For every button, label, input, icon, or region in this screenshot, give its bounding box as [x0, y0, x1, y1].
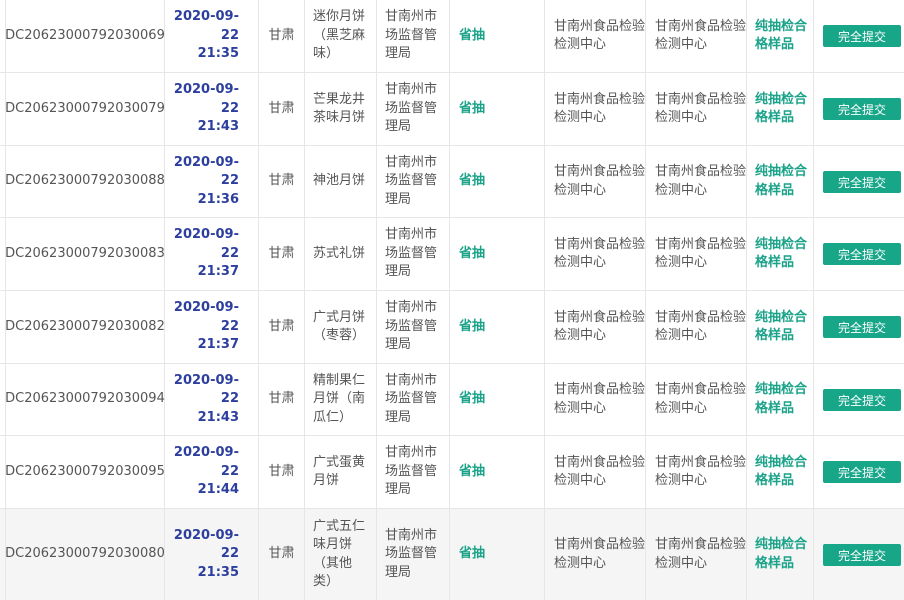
agency: 甘南州市场监督管理局	[377, 509, 450, 600]
food-name: 迷你月饼（黑芝麻味）	[305, 0, 377, 72]
sample-id: DC20623000792030095	[5, 436, 165, 508]
lab-sampling: 甘南州食品检验检测中心	[545, 291, 646, 363]
province: 甘肃	[259, 291, 305, 363]
sample-date: 2020-09-22	[173, 527, 239, 562]
sample-id: DC20623000792030082	[5, 291, 165, 363]
table-row: DC20623000792030079 2020-09-22 21:43 甘肃 芒…	[0, 73, 904, 146]
food-name: 精制果仁月饼（南瓜仁）	[305, 364, 377, 435]
sample-id: DC20623000792030083	[5, 218, 165, 290]
result-status: 纯抽检合格样品	[747, 291, 814, 363]
lab-testing: 甘南州食品检验检测中心	[646, 73, 747, 145]
lab-testing: 甘南州食品检验检测中心	[646, 146, 747, 217]
sample-time: 21:43	[197, 119, 239, 135]
food-name: 芒果龙井茶味月饼	[305, 73, 377, 145]
sample-time: 21:44	[197, 482, 239, 498]
lab-testing: 甘南州食品检验检测中心	[646, 218, 747, 290]
inspection-type: 省抽	[450, 364, 545, 435]
lab-sampling: 甘南州食品检验检测中心	[545, 146, 646, 217]
sample-date: 2020-09-22	[173, 154, 239, 189]
lab-sampling: 甘南州食品检验检测中心	[545, 73, 646, 145]
lab-testing: 甘南州食品检验检测中心	[646, 364, 747, 435]
lab-sampling: 甘南州食品检验检测中心	[545, 0, 646, 72]
sample-time: 21:35	[197, 46, 239, 62]
sample-id: DC20623000792030079	[5, 73, 165, 145]
inspection-type: 省抽	[450, 218, 545, 290]
province: 甘肃	[259, 146, 305, 217]
table-row: DC20623000792030095 2020-09-22 21:44 甘肃 广…	[0, 436, 904, 509]
inspection-type: 省抽	[450, 436, 545, 508]
submit-button[interactable]: 完全提交	[823, 461, 901, 483]
table-row: DC20623000792030094 2020-09-22 21:43 甘肃 精…	[0, 364, 904, 436]
agency: 甘南州市场监督管理局	[377, 291, 450, 363]
sample-id: DC20623000792030094	[5, 364, 165, 435]
lab-testing: 甘南州食品检验检测中心	[646, 291, 747, 363]
result-status: 纯抽检合格样品	[747, 0, 814, 72]
food-name: 广式蛋黄月饼	[305, 436, 377, 508]
agency: 甘南州市场监督管理局	[377, 146, 450, 217]
agency: 甘南州市场监督管理局	[377, 218, 450, 290]
inspection-type: 省抽	[450, 509, 545, 600]
food-name: 广式五仁味月饼（其他类）	[305, 509, 377, 600]
sample-time: 21:35	[197, 564, 239, 580]
table-row: DC20623000792030069 2020-09-22 21:35 甘肃 迷…	[0, 0, 904, 73]
province: 甘肃	[259, 0, 305, 72]
result-status: 纯抽检合格样品	[747, 364, 814, 435]
lab-sampling: 甘南州食品检验检测中心	[545, 509, 646, 600]
province: 甘肃	[259, 509, 305, 600]
agency: 甘南州市场监督管理局	[377, 364, 450, 435]
result-status: 纯抽检合格样品	[747, 436, 814, 508]
sample-date: 2020-09-22	[173, 300, 239, 334]
food-name: 神池月饼	[305, 146, 377, 217]
sample-date: 2020-09-22	[173, 82, 239, 116]
submit-button[interactable]: 完全提交	[823, 25, 901, 47]
province: 甘肃	[259, 218, 305, 290]
sample-date: 2020-09-22	[173, 9, 239, 43]
sample-id: DC20623000792030069	[5, 0, 165, 72]
table-row: DC20623000792030088 2020-09-22 21:36 甘肃 神…	[0, 146, 904, 218]
agency: 甘南州市场监督管理局	[377, 73, 450, 145]
sample-id: DC20623000792030080	[5, 509, 165, 600]
province: 甘肃	[259, 364, 305, 435]
result-status: 纯抽检合格样品	[747, 509, 814, 600]
submit-button[interactable]: 完全提交	[823, 316, 901, 338]
lab-testing: 甘南州食品检验检测中心	[646, 436, 747, 508]
lab-testing: 甘南州食品检验检测中心	[646, 0, 747, 72]
inspection-type: 省抽	[450, 0, 545, 72]
food-name: 苏式礼饼	[305, 218, 377, 290]
table-row: DC20623000792030080 2020-09-22 21:35 甘肃 广…	[0, 509, 904, 600]
submit-button[interactable]: 完全提交	[823, 170, 901, 193]
agency: 甘南州市场监督管理局	[377, 0, 450, 72]
lab-testing: 甘南州食品检验检测中心	[646, 509, 747, 600]
inspection-type: 省抽	[450, 73, 545, 145]
sample-time: 21:37	[197, 337, 239, 353]
sample-date: 2020-09-22	[173, 372, 239, 407]
inspection-type: 省抽	[450, 146, 545, 217]
sample-id: DC20623000792030088	[5, 146, 165, 217]
food-name: 广式月饼（枣蓉）	[305, 291, 377, 363]
lab-sampling: 甘南州食品检验检测中心	[545, 436, 646, 508]
sample-time: 21:43	[197, 409, 239, 425]
result-status: 纯抽检合格样品	[747, 73, 814, 145]
submit-button[interactable]: 完全提交	[823, 543, 901, 566]
submit-button[interactable]: 完全提交	[823, 98, 901, 120]
table-row: DC20623000792030083 2020-09-22 21:37 甘肃 苏…	[0, 218, 904, 291]
lab-sampling: 甘南州食品检验检测中心	[545, 218, 646, 290]
sample-time: 21:36	[197, 191, 239, 207]
result-status: 纯抽检合格样品	[747, 218, 814, 290]
submit-button[interactable]: 完全提交	[823, 243, 901, 265]
sample-date: 2020-09-22	[173, 227, 239, 261]
result-status: 纯抽检合格样品	[747, 146, 814, 217]
submit-button[interactable]: 完全提交	[823, 388, 901, 411]
table-row: DC20623000792030082 2020-09-22 21:37 甘肃 广…	[0, 291, 904, 364]
province: 甘肃	[259, 73, 305, 145]
sample-time: 21:37	[197, 264, 239, 280]
inspection-type: 省抽	[450, 291, 545, 363]
agency: 甘南州市场监督管理局	[377, 436, 450, 508]
sample-date: 2020-09-22	[173, 445, 239, 479]
province: 甘肃	[259, 436, 305, 508]
lab-sampling: 甘南州食品检验检测中心	[545, 364, 646, 435]
